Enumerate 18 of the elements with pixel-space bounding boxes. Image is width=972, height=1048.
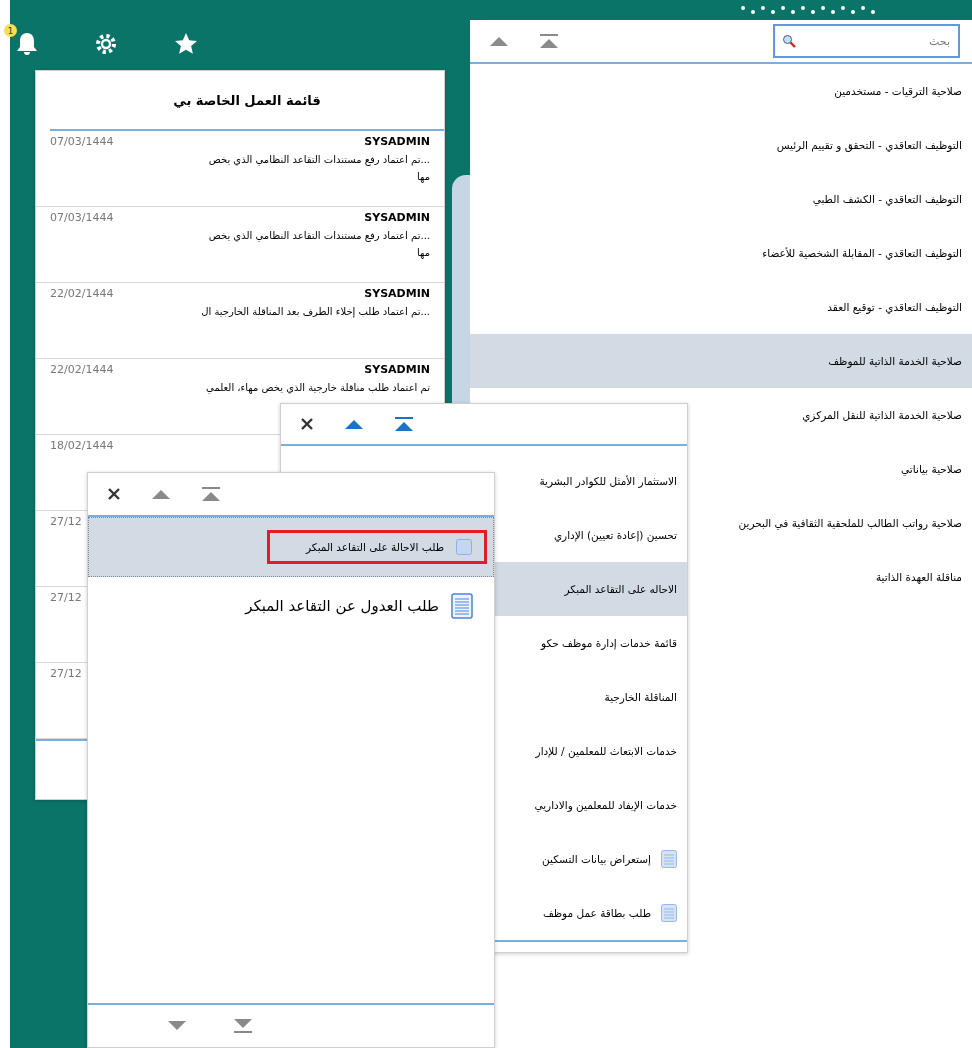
item-date: 27/12 — [50, 667, 82, 680]
item-date: 22/02/1444 — [50, 287, 114, 300]
item-date: 07/03/1444 — [50, 135, 114, 148]
item-message: ...تم اعتماد رفع مستندات التقاعد النظامي الذي يخص مها — [207, 153, 430, 185]
highlight-frame: طلب الاحالة على التقاعد المبكر — [267, 530, 487, 564]
worklist-title: قائمة العمل الخاصة بي — [50, 71, 444, 131]
item-sender: SYSADMIN — [363, 363, 430, 376]
item-date: 18/02/1444 — [50, 439, 114, 452]
item-date: 27/12 — [50, 591, 82, 604]
item-date: 27/12 — [50, 515, 82, 528]
item-message: ...تم اعتماد طلب إخلاء الطرف بعد المناقلة الخارجية ال — [200, 305, 430, 320]
item-date: 22/02/1444 — [50, 363, 114, 376]
item-message: ...تم اعتماد رفع مستندات التقاعد النظامي الذي يخص مها — [207, 229, 430, 261]
item-sender: SYSADMIN — [363, 135, 430, 148]
item-sender: SYSADMIN — [363, 211, 430, 224]
item-message: تم اعتماد طلب مناقلة خارجية الذي يخص مهاء، العلمي — [205, 381, 430, 396]
item-sender: SYSADMIN — [363, 287, 430, 300]
item-date: 07/03/1444 — [50, 211, 114, 224]
